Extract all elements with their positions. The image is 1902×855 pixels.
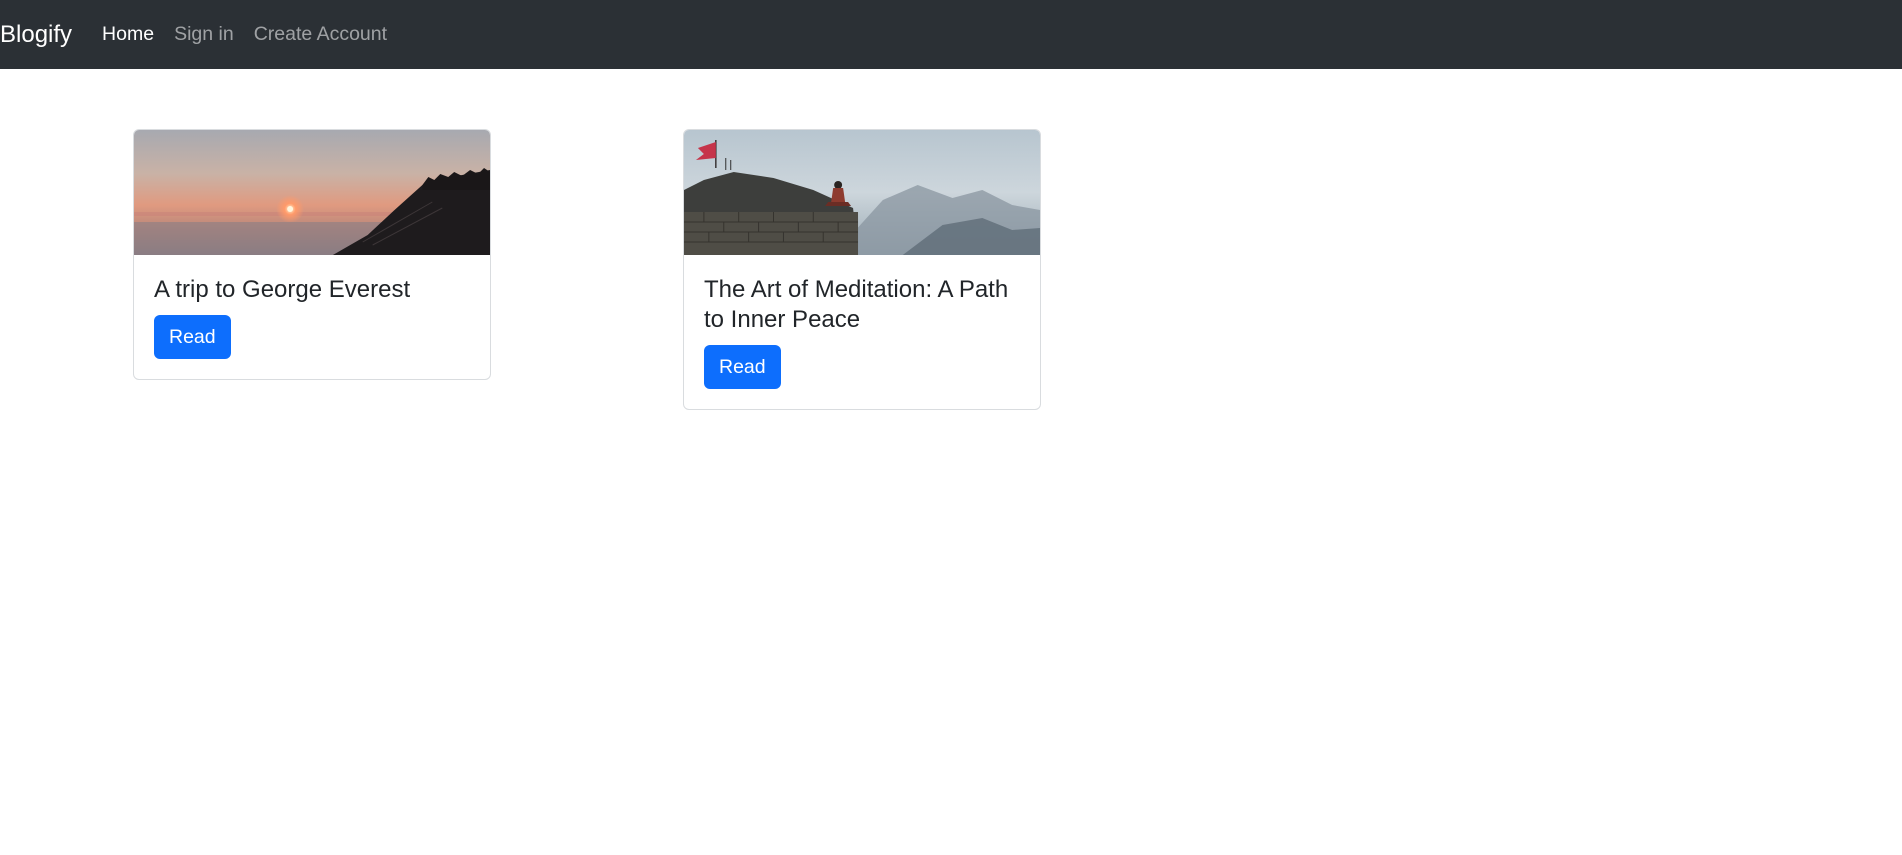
post-title: A trip to George Everest bbox=[154, 276, 411, 303]
post-title: The Art of Meditation: A Path to Inner P… bbox=[704, 276, 1009, 333]
meditation-mountain-image bbox=[684, 130, 1040, 255]
nav-home-link[interactable]: Home bbox=[102, 23, 154, 46]
nav-create-account-link[interactable]: Create Account bbox=[254, 23, 387, 46]
nav-links: Home Sign in Create Account bbox=[102, 23, 407, 46]
read-button[interactable]: Read bbox=[154, 315, 231, 359]
nav-signin-link[interactable]: Sign in bbox=[174, 23, 234, 46]
read-button[interactable]: Read bbox=[704, 345, 781, 389]
post-card: A trip to George Everest Read bbox=[133, 129, 491, 380]
card-body: A trip to George Everest Read bbox=[134, 255, 490, 379]
post-card: The Art of Meditation: A Path to Inner P… bbox=[683, 129, 1041, 410]
brand-logo[interactable]: Blogify bbox=[0, 21, 72, 49]
navbar: Blogify Home Sign in Create Account bbox=[0, 0, 1902, 69]
sunset-mountain-image bbox=[134, 130, 490, 255]
card-body: The Art of Meditation: A Path to Inner P… bbox=[684, 255, 1040, 409]
